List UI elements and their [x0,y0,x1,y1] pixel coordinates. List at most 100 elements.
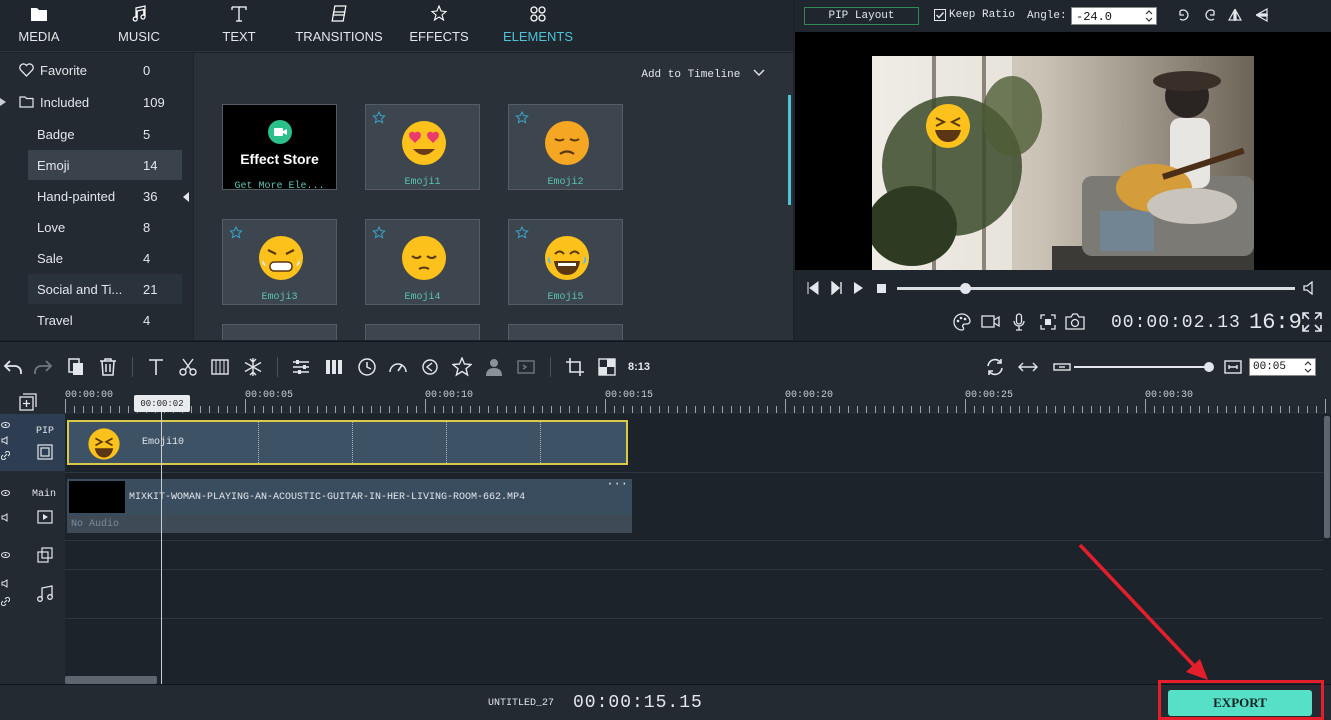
eye-icon[interactable] [1,422,10,428]
color-palette-icon[interactable] [953,313,971,331]
timeline-ruler[interactable]: 00:00:00 00:00:05 00:00:10 00:00:15 00:0… [65,387,1331,414]
collapse-panel-icon[interactable] [183,192,189,202]
text-tool-icon[interactable] [146,357,166,377]
volume-icon[interactable] [1303,281,1315,295]
track-header-overlay[interactable] [0,541,65,569]
tab-elements[interactable]: ELEMENTS [503,0,573,52]
add-track-icon[interactable] [19,393,37,411]
track-header-main[interactable]: Main [0,473,65,539]
snapshot-frame-icon[interactable] [1040,314,1056,330]
timeline-hscroll-thumb[interactable] [65,676,157,684]
category-love[interactable]: Love 8 [0,212,182,242]
element-tile[interactable]: Emoji1 [365,104,480,190]
element-tile[interactable]: Emoji3 [222,219,337,305]
effects-star-icon[interactable] [452,357,472,377]
angle-input[interactable]: -24.0 [1071,7,1157,25]
favorite-star-icon[interactable] [515,226,529,240]
spinner-arrows-icon[interactable] [1145,9,1153,23]
person-silhouette-icon[interactable] [484,357,504,377]
zoom-in-icon[interactable] [1223,357,1243,377]
record-screen-icon[interactable] [516,357,536,377]
keep-ratio-checkbox[interactable]: Keep Ratio [934,9,1015,21]
pip-clip[interactable]: Emoji10 [67,420,628,465]
ratio-label[interactable]: 8:13 [628,361,650,373]
skip-back-icon[interactable] [807,281,819,295]
zoom-value-input[interactable]: 00:05 [1249,358,1316,376]
reverse-icon[interactable] [420,357,440,377]
spinner-arrows-icon[interactable] [1304,360,1312,374]
zoom-slider-track[interactable] [1074,366,1212,368]
link-icon[interactable] [1,451,10,460]
rotate-right-icon[interactable] [1203,8,1217,22]
category-badge[interactable]: Badge 5 [0,119,182,149]
speedometer-icon[interactable] [388,357,408,377]
category-emoji[interactable]: Emoji 14 [28,150,182,180]
clip-more-icon[interactable]: ··· [606,477,628,491]
speaker-icon[interactable] [1,513,10,522]
category-favorite[interactable]: Favorite 0 [0,55,182,85]
speaker-icon[interactable] [1,436,10,445]
crop-icon[interactable] [565,357,585,377]
playhead-line[interactable] [161,412,162,684]
favorite-star-icon[interactable] [515,111,529,125]
playhead-handle[interactable]: 00:00:02 [134,395,190,412]
playback-progress-track[interactable] [897,287,1295,290]
fullscreen-icon[interactable] [1302,312,1322,332]
element-tile[interactable] [365,324,480,340]
split-scissors-icon[interactable] [178,357,198,377]
track-header-music[interactable] [0,571,65,619]
redo-icon[interactable] [33,357,53,377]
camera-icon[interactable] [1065,313,1085,330]
pip-layout-button[interactable]: PIP Layout [804,7,919,25]
paste-icon[interactable] [66,357,86,377]
audio-mixer-icon[interactable] [324,357,344,377]
eye-icon[interactable] [1,490,10,496]
favorite-star-icon[interactable] [229,226,243,240]
add-to-timeline-button[interactable]: Add to Timeline [641,69,765,81]
category-travel[interactable]: Travel 4 [0,305,182,335]
freeze-frame-icon[interactable] [243,357,263,377]
zoom-out-icon[interactable] [1052,357,1072,377]
timeline-vscroll[interactable] [1323,414,1331,684]
video-camera-icon[interactable] [981,315,1000,328]
crop-frame-icon[interactable] [210,357,230,377]
track-header-pip[interactable]: PIP [0,414,65,471]
step-forward-icon[interactable] [831,281,843,295]
microphone-icon[interactable] [1013,313,1025,331]
category-included[interactable]: Included 109 [0,87,182,117]
flip-horizontal-icon[interactable] [1228,8,1242,22]
flip-vertical-icon[interactable] [1255,8,1269,22]
zoom-slider-knob[interactable] [1204,362,1214,372]
eye-icon[interactable] [1,552,10,558]
aspect-ratio-button[interactable]: 16:9 [1249,310,1302,335]
favorite-star-icon[interactable] [372,111,386,125]
mosaic-icon[interactable] [597,357,617,377]
tab-transitions[interactable]: TRANSITIONS [295,0,383,52]
delete-icon[interactable] [98,357,118,377]
main-video-clip[interactable]: MIXKIT-WOMAN-PLAYING-AN-ACOUSTIC-GUITAR-… [67,477,632,533]
playback-progress-knob[interactable] [959,283,971,294]
play-icon[interactable] [853,282,863,294]
overlay-emoji-icon[interactable] [926,104,970,148]
tab-text[interactable]: TEXT [216,0,262,52]
element-tile[interactable] [222,324,337,340]
tab-media[interactable]: MEDIA [16,0,62,52]
link-icon[interactable] [1,597,10,606]
category-sale[interactable]: Sale 4 [0,243,182,273]
effect-store-tile[interactable]: Effect Store Get More Ele... [222,104,337,192]
element-tile[interactable]: Emoji2 [508,104,623,190]
category-social[interactable]: Social and Ti... 21 [28,274,182,304]
speed-clock-icon[interactable] [357,357,377,377]
tab-music[interactable]: MUSIC [116,0,162,52]
stop-icon[interactable] [877,284,886,293]
undo-icon[interactable] [3,357,23,377]
rotate-left-icon[interactable] [1177,8,1191,22]
element-tile[interactable]: Emoji4 [365,219,480,305]
tab-effects[interactable]: EFFECTS [409,0,469,52]
refresh-sync-icon[interactable] [985,357,1005,377]
favorite-star-icon[interactable] [372,226,386,240]
adjust-sliders-icon[interactable] [291,357,311,377]
category-hand-painted[interactable]: Hand-painted 36 [0,181,182,211]
element-tile[interactable] [508,324,623,340]
grid-scrollbar[interactable] [788,95,791,205]
